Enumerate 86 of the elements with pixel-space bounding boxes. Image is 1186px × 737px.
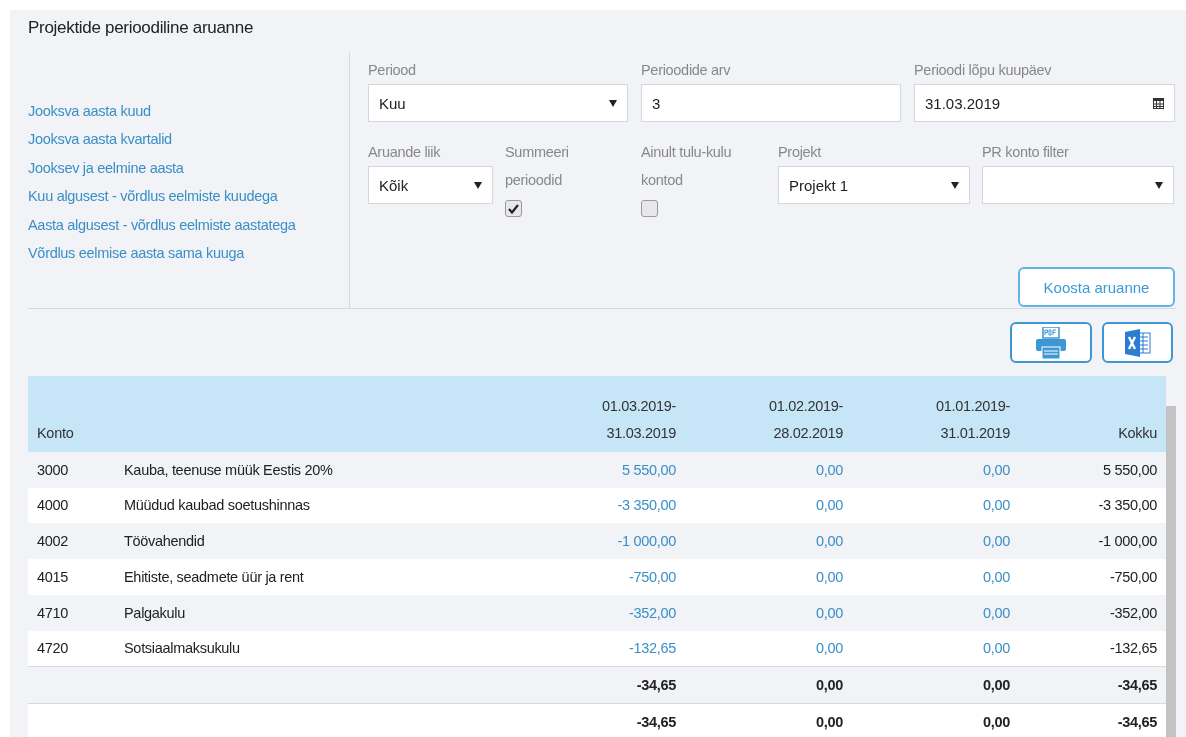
table-cell: -3 350,00 [1098,497,1157,514]
amount-link[interactable]: 0,00 [982,568,1010,585]
amount-link[interactable]: 0,00 [982,640,1010,657]
table-cell: 5 550,00 [1102,461,1157,478]
pdf-printer-icon [1036,326,1066,359]
column-header: 28.02.2019 [773,424,843,441]
column-header: Konto [37,424,74,441]
column-header: Kokku [1118,424,1157,441]
table-cell: Müüdud kaubad soetushinnas [124,497,310,514]
table-cell: -352,00 [1109,604,1157,621]
amount-link[interactable]: 0,00 [982,604,1010,621]
field-label: Perioodide arv [641,61,732,80]
select-field[interactable]: Kuu [368,84,628,122]
amount-link[interactable]: 0,00 [815,640,843,657]
field-label: Summeeri perioodid [505,143,570,190]
amount-link[interactable]: -1 000,00 [617,533,676,550]
column-header: 31.01.2019 [940,424,1010,441]
table-cell: Kauba, teenuse müük Eestis 20% [124,461,333,478]
table-cell: 0,00 [982,714,1010,731]
caret-icon [474,181,482,189]
table-cell: 4002 [37,533,69,550]
table-cell: -34,65 [1117,677,1157,694]
amount-link[interactable]: 0,00 [815,533,843,550]
period-link[interactable]: Jooksev ja eelmine aasta [28,153,349,183]
input-field[interactable]: 3 [641,84,901,122]
table-cell: 0,00 [815,677,843,694]
excel-export-button[interactable] [1102,322,1173,363]
amount-link[interactable]: -750,00 [628,568,676,585]
amount-link[interactable]: 0,00 [815,568,843,585]
caret-icon [951,181,959,189]
table-cell: -132,65 [1109,640,1157,657]
table-cell: Töövahendid [124,533,205,550]
period-link[interactable]: Aasta algusest - võrdlus eelmiste aastatega [28,210,349,240]
table-cell: Palgakulu [124,604,185,621]
field-label: Ainult tulu-kulu kontod [641,143,733,190]
checkbox[interactable] [641,200,658,217]
column-header: 01.02.2019- [768,397,843,414]
amount-link[interactable]: 0,00 [815,497,843,514]
period-link[interactable]: Kuu algusest - võrdlus eelmiste kuudega [28,182,349,211]
table-cell: 4710 [37,604,69,621]
table-cell: -34,65 [1117,714,1157,731]
amount-link[interactable]: 5 550,00 [621,461,676,478]
table-cell: 4720 [37,640,69,657]
table-cell: Sotsiaalmaksukulu [124,640,240,657]
date-field[interactable]: 31.03.2019 [914,84,1175,122]
excel-icon [1124,328,1151,357]
table-cell: 0,00 [982,677,1010,694]
generate-report-button[interactable]: Koosta aruanne [1018,267,1175,307]
table-cell: 4015 [37,568,69,585]
select-field[interactable]: Projekt 1 [778,166,970,204]
period-link[interactable]: Jooksva aasta kvartalid [28,125,349,154]
amount-link[interactable]: 0,00 [982,497,1010,514]
caret-icon [609,99,617,107]
table-cell: Ehitiste, seadmete üür ja rent [124,568,304,585]
table-cell: 0,00 [815,714,843,731]
select-field[interactable] [982,166,1174,204]
column-header: 31.03.2019 [606,424,676,441]
select-field[interactable]: Kõik [368,166,493,204]
amount-link[interactable]: 0,00 [815,604,843,621]
amount-link[interactable]: -132,65 [628,640,676,657]
pdf-export-button[interactable] [1010,322,1092,363]
checkbox[interactable] [505,200,522,217]
field-label: PR konto filter [982,143,1070,162]
scrollbar[interactable] [1166,406,1176,737]
amount-link[interactable]: -3 350,00 [617,497,676,514]
field-label: Aruande liik [368,143,442,162]
table-cell: -34,65 [636,714,676,731]
caret-icon [1155,181,1163,189]
column-header: 01.01.2019- [935,397,1010,414]
table-cell: 4000 [37,497,69,514]
calendar-icon [1153,97,1164,109]
column-header: 01.03.2019- [601,397,676,414]
period-link[interactable]: Võrdlus eelmise aasta sama kuuga [28,239,349,268]
table-cell: -750,00 [1109,568,1157,585]
amount-link[interactable]: -352,00 [628,604,676,621]
table-cell: -34,65 [636,677,676,694]
table-cell: 3000 [37,461,69,478]
amount-link[interactable]: 0,00 [815,461,843,478]
field-label: Periood [368,61,417,80]
amount-link[interactable]: 0,00 [982,461,1010,478]
page-title: Projektide perioodiline aruanne [28,17,255,39]
field-label: Perioodi lõpu kuupäev [914,61,1053,80]
table-cell: -1 000,00 [1098,533,1157,550]
period-link[interactable]: Jooksva aasta kuud [28,97,349,126]
field-label: Projekt [778,143,823,162]
amount-link[interactable]: 0,00 [982,533,1010,550]
